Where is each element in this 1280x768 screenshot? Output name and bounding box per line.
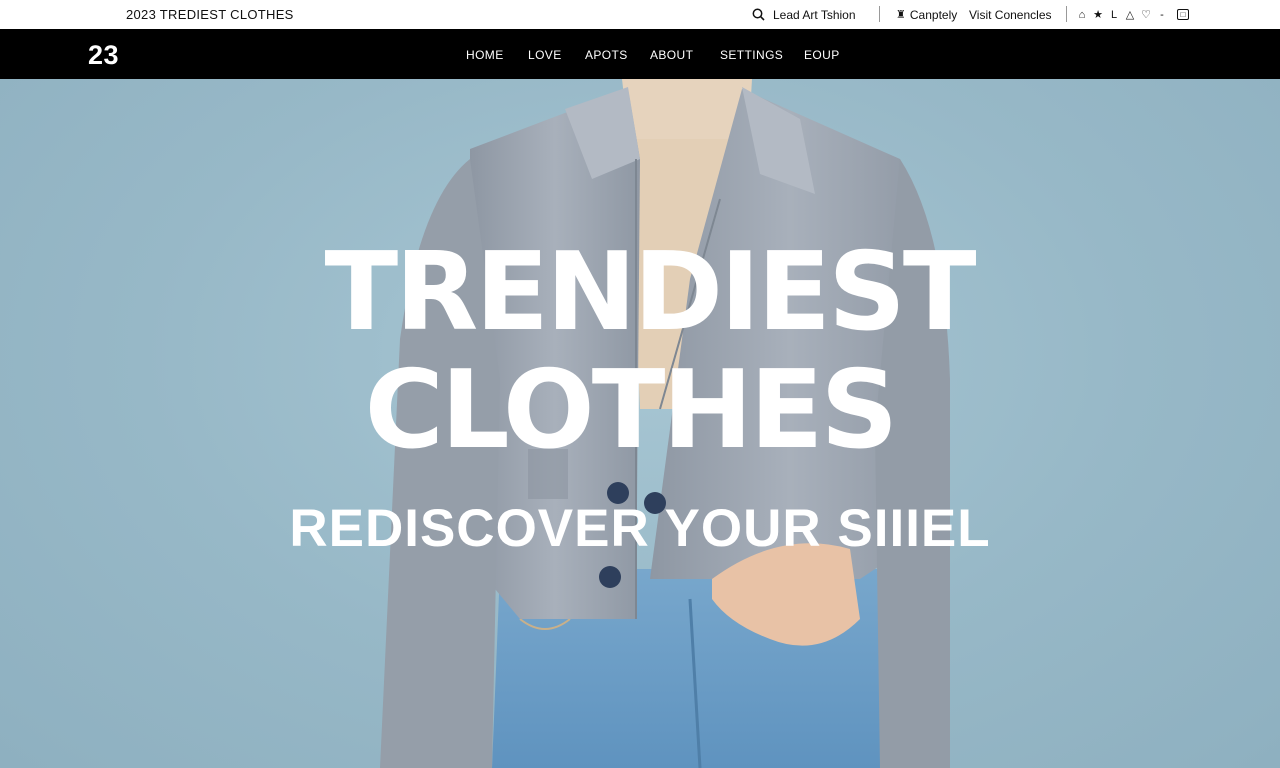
hero-headline-line2: CLOTHES — [364, 348, 899, 473]
main-navbar: 23 HOME LOVE APOTS ABOUT SETTINGS EOUP — [0, 29, 1280, 79]
visit-link[interactable]: Visit Conencles — [969, 0, 1052, 29]
search-link-label: Lead Art Tshion — [773, 7, 856, 22]
account-link[interactable]: ♜ Canptely — [896, 0, 957, 29]
search-icon — [752, 8, 765, 21]
top-utility-bar: 2023 TREDIEST CLOTHES Lead Art Tshion ♜ … — [0, 0, 1280, 29]
account-link-label: Canptely — [909, 7, 958, 22]
logo[interactable]: 23 — [88, 40, 119, 71]
utility-icons: ⌂ ★ L △ ♡ - □ — [1077, 0, 1189, 29]
nav-item-apots[interactable]: APOTS — [585, 48, 628, 62]
location-icon[interactable]: △ — [1125, 9, 1135, 21]
store-icon: ♜ — [896, 9, 906, 21]
divider — [879, 6, 880, 22]
nav-item-home[interactable]: HOME — [466, 48, 504, 62]
nav-item-love[interactable]: LOVE — [528, 48, 562, 62]
home-icon[interactable]: ⌂ — [1077, 9, 1087, 21]
site-title[interactable]: 2023 TREDIEST CLOTHES — [126, 7, 294, 22]
nav-item-eoup[interactable]: EOUP — [804, 48, 840, 62]
hero-headline-line1: TRENDIEST — [324, 230, 976, 355]
nav-item-settings[interactable]: SETTINGS — [720, 48, 783, 62]
hero-banner: TRENDIEST CLOTHES REDISCOVER YOUR SIIIEL — [0, 79, 1280, 768]
dropdown-icon[interactable]: - — [1157, 9, 1167, 21]
user-icon[interactable]: L — [1109, 9, 1119, 21]
hero-tagline: REDISCOVER YOUR SIIIEL — [289, 499, 991, 558]
heart-icon[interactable]: ♡ — [1141, 9, 1151, 21]
search-link[interactable]: Lead Art Tshion — [752, 0, 856, 29]
divider — [1066, 6, 1067, 22]
nav-item-about[interactable]: ABOUT — [650, 48, 693, 62]
star-icon[interactable]: ★ — [1093, 9, 1103, 21]
cart-icon[interactable]: □ — [1177, 9, 1189, 20]
visit-link-label: Visit Conencles — [969, 7, 1052, 22]
